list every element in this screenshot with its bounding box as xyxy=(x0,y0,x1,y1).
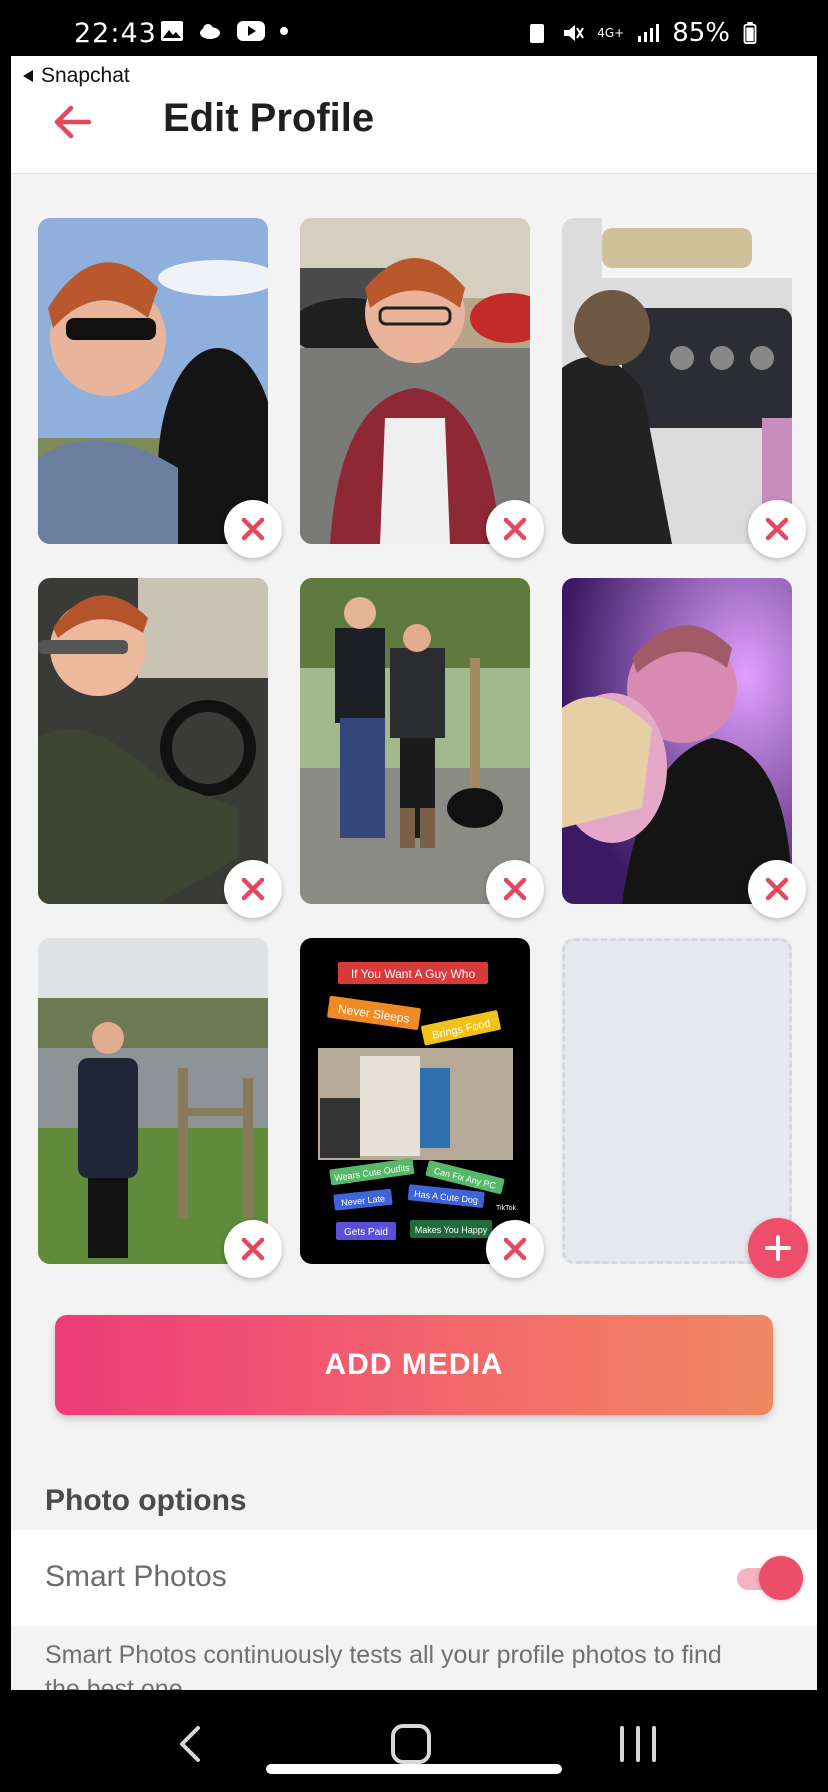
photo-party[interactable] xyxy=(562,578,792,904)
cloud-icon xyxy=(200,24,220,39)
photo-tile-8[interactable]: If You Want A Guy Who Never Sleeps Bring… xyxy=(300,938,544,1278)
close-icon xyxy=(241,877,265,901)
photo-meme[interactable]: If You Want A Guy Who Never Sleeps Bring… xyxy=(300,938,530,1264)
remove-photo-button[interactable] xyxy=(486,500,544,558)
signal-icon xyxy=(638,24,660,42)
photo-in-cockpit[interactable] xyxy=(562,218,792,544)
close-icon xyxy=(241,517,265,541)
empty-photo-slot[interactable] xyxy=(562,938,808,1278)
empty-slot-placeholder[interactable] xyxy=(562,938,792,1264)
meme-top-line: If You Want A Guy Who xyxy=(351,967,476,981)
photo-tile-1[interactable] xyxy=(38,218,282,558)
status-bar: 22:43 4G+ 85% xyxy=(0,0,828,58)
close-icon xyxy=(765,877,789,901)
photo-tile-3[interactable] xyxy=(562,218,806,558)
plus-icon xyxy=(765,1235,791,1261)
home-nav-icon[interactable] xyxy=(381,1720,441,1768)
photo-tile-2[interactable] xyxy=(300,218,544,558)
mute-icon xyxy=(564,25,585,41)
battery-percent: 85% xyxy=(672,18,730,48)
back-nav-icon[interactable] xyxy=(160,1720,220,1768)
close-icon xyxy=(503,1237,527,1261)
smart-photos-label: Smart Photos xyxy=(45,1560,227,1593)
status-icons-right: 4G+ 85% xyxy=(525,18,758,48)
battery-saver-icon xyxy=(530,24,545,43)
photo-tile-5[interactable] xyxy=(300,578,544,918)
photo-in-car[interactable] xyxy=(38,578,268,904)
home-indicator[interactable] xyxy=(266,1764,562,1774)
smart-photos-description: Smart Photos continuously tests all your… xyxy=(45,1641,722,1690)
photo-tile-4[interactable] xyxy=(38,578,282,918)
remove-photo-button[interactable] xyxy=(224,860,282,918)
remove-photo-button[interactable] xyxy=(224,1220,282,1278)
page-title: Edit Profile xyxy=(163,96,375,140)
toggle-knob xyxy=(759,1556,803,1600)
remove-photo-button[interactable] xyxy=(748,500,806,558)
status-icons-left xyxy=(160,20,288,42)
smart-photos-toggle[interactable] xyxy=(737,1556,803,1600)
notification-dot xyxy=(280,27,288,35)
header: Snapchat Edit Profile xyxy=(11,56,817,174)
battery-icon xyxy=(743,22,757,44)
close-icon xyxy=(241,1237,265,1261)
meme-tag-8: Makes You Happy xyxy=(415,1225,488,1235)
recents-nav-icon[interactable] xyxy=(608,1720,668,1768)
photo-tile-7[interactable] xyxy=(38,938,282,1278)
photo-couple-dog[interactable] xyxy=(300,578,530,904)
back-app-label: Snapchat xyxy=(41,64,130,87)
photo-by-lake[interactable] xyxy=(38,938,268,1264)
remove-photo-button[interactable] xyxy=(748,860,806,918)
status-time: 22:43 xyxy=(74,18,157,49)
photo-options-heading: Photo options xyxy=(45,1484,247,1517)
gallery-icon xyxy=(161,21,183,41)
edit-profile-screen: Snapchat Edit Profile If You Want A Guy … xyxy=(11,56,817,1690)
back-to-app-link[interactable]: Snapchat xyxy=(23,64,130,88)
back-arrow-icon[interactable] xyxy=(47,96,99,148)
remove-photo-button[interactable] xyxy=(224,500,282,558)
system-nav-bar xyxy=(0,1690,828,1792)
photo-with-dog[interactable] xyxy=(38,218,268,544)
close-icon xyxy=(503,877,527,901)
photo-grid: If You Want A Guy Who Never Sleeps Bring… xyxy=(38,218,808,1278)
remove-photo-button[interactable] xyxy=(486,860,544,918)
photo-with-cars[interactable] xyxy=(300,218,530,544)
tiktok-watermark: TikTok xyxy=(496,1205,516,1212)
network-type: 4G+ xyxy=(597,26,625,40)
close-icon xyxy=(765,517,789,541)
add-photo-button[interactable] xyxy=(748,1218,808,1278)
remove-photo-button[interactable] xyxy=(486,1220,544,1278)
back-triangle-icon xyxy=(23,70,33,82)
youtube-icon xyxy=(237,21,265,41)
photo-tile-6[interactable] xyxy=(562,578,806,918)
add-media-button[interactable]: ADD MEDIA xyxy=(55,1315,773,1415)
meme-tag-7: Gets Paid xyxy=(344,1227,388,1238)
close-icon xyxy=(503,517,527,541)
smart-photos-row[interactable]: Smart Photos xyxy=(11,1530,817,1626)
